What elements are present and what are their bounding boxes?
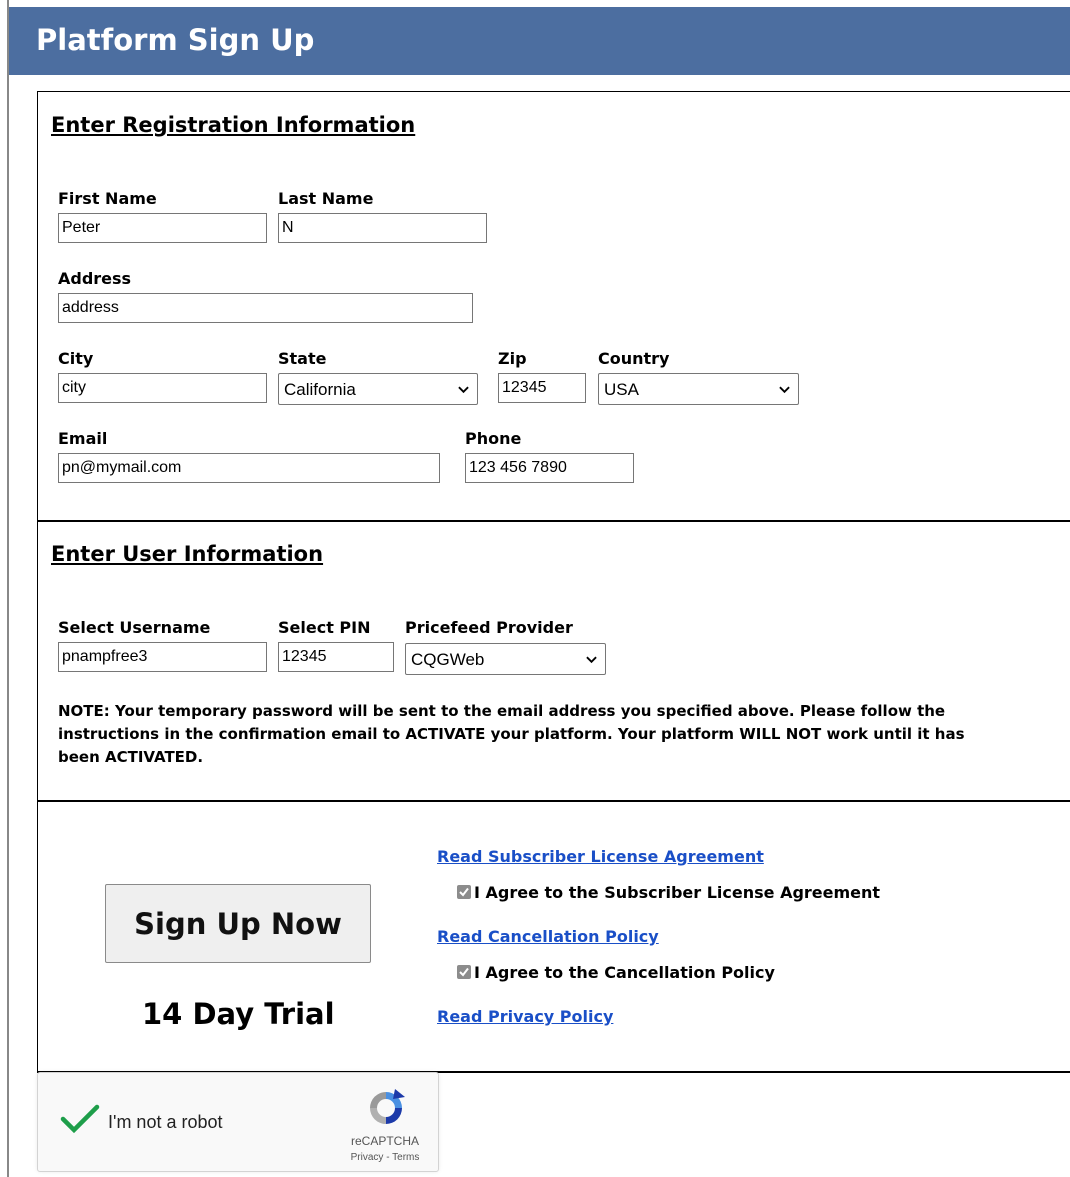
pricefeed-label: Pricefeed Provider xyxy=(405,618,573,637)
country-label: Country xyxy=(598,349,670,368)
email-label: Email xyxy=(58,429,108,448)
registration-section-title: Enter Registration Information xyxy=(51,113,416,137)
email-field[interactable] xyxy=(58,453,440,483)
recaptcha-checkmark-icon[interactable] xyxy=(60,1103,100,1135)
chevron-down-icon xyxy=(779,386,790,394)
checkmark-icon xyxy=(459,967,469,977)
state-select-value: California xyxy=(284,380,356,399)
city-field[interactable] xyxy=(58,373,267,403)
activation-note: NOTE: Your temporary password will be se… xyxy=(58,702,965,766)
phone-field[interactable] xyxy=(465,453,634,483)
address-label: Address xyxy=(58,269,132,288)
pin-label: Select PIN xyxy=(278,618,371,637)
page-header: Platform Sign Up xyxy=(9,7,1070,75)
page-left-border xyxy=(7,0,9,1177)
phone-label: Phone xyxy=(465,429,522,448)
first-name-label: First Name xyxy=(58,189,157,208)
privacy-policy-link[interactable]: Read Privacy Policy xyxy=(437,1007,613,1026)
pricefeed-select-value: CQGWeb xyxy=(411,650,485,669)
zip-label: Zip xyxy=(498,349,527,368)
license-agree-label: I Agree to the Subscriber License Agreem… xyxy=(474,883,881,902)
pricefeed-select[interactable]: CQGWeb xyxy=(405,643,606,675)
address-field[interactable] xyxy=(58,293,473,323)
registration-section: Enter Registration Information First Nam… xyxy=(37,91,1070,521)
zip-field[interactable] xyxy=(498,373,586,403)
cancellation-agree-label: I Agree to the Cancellation Policy xyxy=(474,963,775,982)
city-label: City xyxy=(58,349,94,368)
license-agree-row[interactable]: I Agree to the Subscriber License Agreem… xyxy=(457,883,880,902)
license-agreement-link[interactable]: Read Subscriber License Agreement xyxy=(437,847,764,866)
trial-text: 14 Day Trial xyxy=(142,997,335,1031)
recaptcha-logo-icon xyxy=(370,1089,405,1124)
chevron-down-icon xyxy=(586,656,597,664)
last-name-field[interactable] xyxy=(278,213,487,243)
user-info-section: Enter User Information Select Username S… xyxy=(37,520,1070,802)
cancellation-policy-link[interactable]: Read Cancellation Policy xyxy=(437,927,659,946)
license-agree-checkbox[interactable] xyxy=(457,885,471,899)
last-name-label: Last Name xyxy=(278,189,374,208)
cancellation-agree-checkbox[interactable] xyxy=(457,965,471,979)
username-label: Select Username xyxy=(58,618,211,637)
user-info-section-title: Enter User Information xyxy=(51,542,324,566)
recaptcha-widget: I'm not a robot reCAPTCHA Privacy - Term… xyxy=(37,1072,439,1172)
recaptcha-privacy-terms[interactable]: Privacy - Terms xyxy=(342,1152,428,1163)
state-label: State xyxy=(278,349,327,368)
country-select-value: USA xyxy=(604,380,639,399)
pin-field[interactable] xyxy=(278,642,394,672)
page-title: Platform Sign Up xyxy=(36,23,315,57)
checkmark-icon xyxy=(459,887,469,897)
signup-section: Sign Up Now 14 Day Trial Read Subscriber… xyxy=(37,800,1070,1073)
username-field[interactable] xyxy=(58,642,267,672)
recaptcha-label: I'm not a robot xyxy=(108,1112,223,1132)
country-select[interactable]: USA xyxy=(598,373,799,405)
recaptcha-brand: reCAPTCHA xyxy=(350,1134,419,1148)
first-name-field[interactable] xyxy=(58,213,267,243)
sign-up-now-button[interactable]: Sign Up Now xyxy=(105,884,371,963)
state-select[interactable]: California xyxy=(278,373,478,405)
cancellation-agree-row[interactable]: I Agree to the Cancellation Policy xyxy=(457,963,775,982)
chevron-down-icon xyxy=(458,386,469,394)
